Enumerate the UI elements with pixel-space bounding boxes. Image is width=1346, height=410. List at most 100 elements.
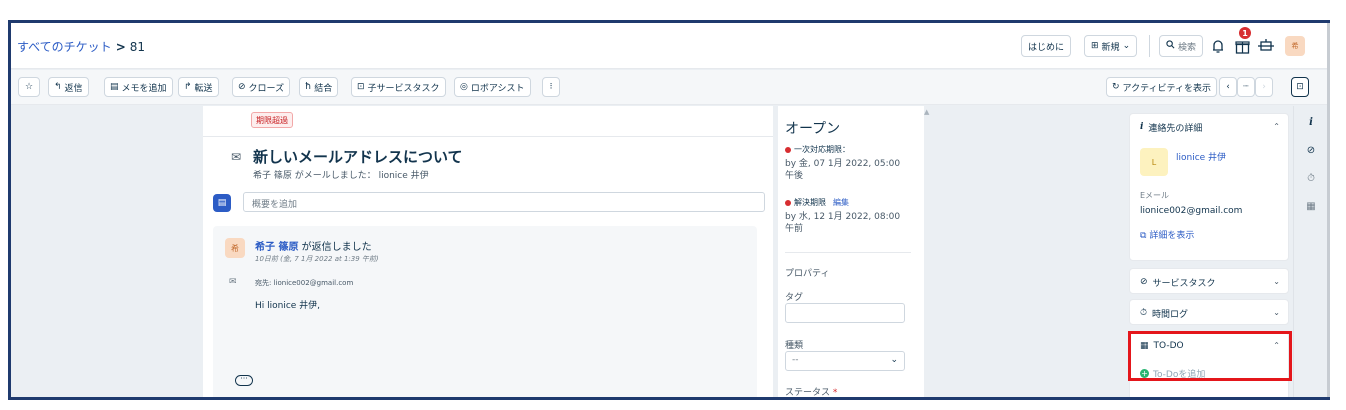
- add-note-button[interactable]: ▤ メモを追加: [104, 77, 173, 97]
- reply-recipient: 宛先: lionice002@gmail.com: [255, 279, 354, 287]
- type-select[interactable]: -- ⌄: [785, 351, 905, 371]
- more-icon: ⁝: [549, 82, 553, 92]
- resolution-label-text: 解決期限: [794, 198, 826, 207]
- breadcrumb-ticket-id: 81: [129, 40, 146, 54]
- chevron-right-icon: ›: [1262, 82, 1266, 92]
- contact-avatar: L: [1140, 148, 1168, 176]
- chevron-down-icon: ⌄: [1273, 277, 1280, 286]
- email-label: Eメール: [1140, 191, 1170, 200]
- service-task-card[interactable]: ⊘ サービスタスク ⌄: [1129, 268, 1289, 294]
- status-title: オープン: [785, 121, 841, 137]
- notification-badge: 1: [1239, 27, 1251, 39]
- type-select-value: --: [792, 355, 799, 365]
- resolution-edit-link[interactable]: 編集: [833, 197, 849, 208]
- breadcrumb-separator: >: [115, 40, 126, 54]
- scroll-up-icon[interactable]: ▲: [924, 108, 929, 116]
- user-avatar[interactable]: 希: [1285, 36, 1305, 56]
- search-button[interactable]: 検索: [1159, 35, 1204, 57]
- show-details-link[interactable]: ⧉ 詳細を表示: [1140, 228, 1194, 241]
- ticket-subline: 希子 篠原 がメールしました： lionice 井伊: [253, 171, 429, 181]
- merge-label: 結合: [314, 83, 333, 94]
- time-log-title: 時間ログ: [1152, 309, 1189, 320]
- plus-box-icon: ⊞: [1091, 41, 1099, 51]
- chevron-down-icon: ⌄: [1122, 41, 1131, 51]
- service-task-icon: ⊘: [1140, 277, 1148, 287]
- bell-icon[interactable]: [1207, 35, 1229, 57]
- chevron-up-icon[interactable]: ⌃: [1273, 122, 1280, 131]
- service-task-title: サービスタスク: [1152, 278, 1216, 289]
- note-icon: ▤: [110, 82, 119, 92]
- ticket-nav-middle[interactable]: ┈: [1237, 77, 1255, 97]
- contact-details-card: i 連絡先の詳細 ⌃ L lionice 井伊 Eメール lionice002@g…: [1129, 113, 1289, 261]
- summary-input[interactable]: 概要を追加: [243, 192, 765, 212]
- check-circle-icon: ⊘: [238, 82, 246, 92]
- getting-started-button[interactable]: はじめに: [1021, 35, 1072, 57]
- forward-label: 転送: [194, 83, 213, 94]
- show-more-icon[interactable]: ···: [235, 375, 253, 386]
- tags-input[interactable]: [785, 303, 905, 323]
- reply-title: 希子 篠原 が返信しました: [255, 238, 372, 253]
- contact-name[interactable]: lionice 井伊: [1176, 150, 1226, 163]
- dash-icon: ┈: [1243, 82, 1249, 92]
- divider: [203, 136, 773, 137]
- service-task-header: ⊘ サービスタスク: [1140, 269, 1280, 295]
- activity-icon: ↻: [1112, 82, 1120, 92]
- next-ticket-button[interactable]: ›: [1255, 77, 1273, 97]
- reply-message: 希 希子 篠原 が返信しました 10日前 (金, 7 1月 2022 at 1:…: [213, 226, 757, 397]
- properties-heading: プロパティ: [785, 269, 830, 279]
- overdue-badge: 期限超過: [251, 112, 293, 128]
- child-task-icon: ⊡: [357, 82, 365, 92]
- vertical-scrollbar[interactable]: [1327, 23, 1330, 397]
- info-icon[interactable]: i: [1303, 114, 1319, 130]
- star-icon: ☆: [24, 82, 34, 92]
- alert-dot-icon: [785, 146, 791, 153]
- top-header: すべてのチケット >81 はじめに ⊞ 新規 ⌄ 検索 1 希: [11, 23, 1330, 69]
- status-field-label: ステータス *: [785, 385, 837, 398]
- merge-button[interactable]: ħ 結合: [299, 77, 339, 97]
- show-activity-button[interactable]: ↻ アクティビティを表示: [1106, 77, 1218, 97]
- breadcrumb: すべてのチケット >81: [17, 38, 145, 55]
- chevron-down-icon: ⌄: [1273, 308, 1280, 317]
- contact-email: lionice002@gmail.com: [1140, 206, 1243, 216]
- calendar-icon[interactable]: ▦: [1303, 198, 1319, 214]
- info-icon: i: [1140, 122, 1144, 132]
- apps-icon[interactable]: [1255, 35, 1277, 57]
- summary-icon: ▤: [213, 194, 231, 212]
- robot-icon: ◎: [460, 82, 468, 92]
- new-button[interactable]: ⊞ 新規 ⌄: [1084, 35, 1138, 57]
- service-task-icon[interactable]: ⊘: [1303, 142, 1319, 158]
- email-icon: ✉: [231, 150, 242, 164]
- getting-started-label: はじめに: [1028, 42, 1065, 53]
- status-field-label-text: ステータス: [785, 388, 831, 398]
- header-divider: [1149, 35, 1150, 57]
- time-log-card[interactable]: ⏱ 時間ログ ⌄: [1129, 299, 1289, 325]
- robo-assist-button[interactable]: ◎ ロボアシスト: [454, 77, 531, 97]
- forward-button[interactable]: ↱ 転送: [178, 77, 219, 97]
- chevron-down-icon: ⌄: [890, 355, 898, 365]
- stopwatch-icon: ⏱: [1140, 308, 1148, 318]
- contact-details-header[interactable]: i 連絡先の詳細: [1140, 114, 1280, 140]
- more-button[interactable]: ⁝: [542, 77, 560, 97]
- add-note-label: メモを追加: [121, 83, 167, 94]
- ticket-subject: 新しいメールアドレスについて: [253, 148, 463, 166]
- stopwatch-icon[interactable]: ⏱: [1303, 170, 1319, 186]
- first-response-label-text: 一次対応期限：: [794, 145, 850, 154]
- reply-author[interactable]: 希子 篠原: [255, 242, 298, 253]
- close-ticket-button[interactable]: ⊘ クローズ: [232, 77, 291, 97]
- first-response-label: 一次対応期限：: [785, 144, 850, 155]
- type-label: 種類: [785, 341, 804, 351]
- merge-icon: ħ: [305, 82, 312, 92]
- highlight-box: [1128, 331, 1292, 381]
- reply-button[interactable]: ↰ 返信: [48, 77, 89, 97]
- close-label: クローズ: [248, 83, 285, 94]
- child-task-button[interactable]: ⊡ 子サービスタスク: [351, 77, 446, 97]
- star-button[interactable]: ☆: [18, 77, 40, 97]
- forward-icon: ↱: [184, 82, 192, 92]
- breadcrumb-all-tickets[interactable]: すべてのチケット: [17, 40, 112, 54]
- expand-panel-button[interactable]: ⊡: [1291, 77, 1309, 97]
- app-window: すべてのチケット >81 はじめに ⊞ 新規 ⌄ 検索 1 希 ☆ ↰ 返信 ▤…: [8, 20, 1330, 400]
- summary-row: ▤ 概要を追加: [213, 192, 765, 214]
- contact-details-title: 連絡先の詳細: [1148, 123, 1203, 134]
- prev-ticket-button[interactable]: ‹: [1219, 77, 1237, 97]
- reply-label: 返信: [64, 83, 83, 94]
